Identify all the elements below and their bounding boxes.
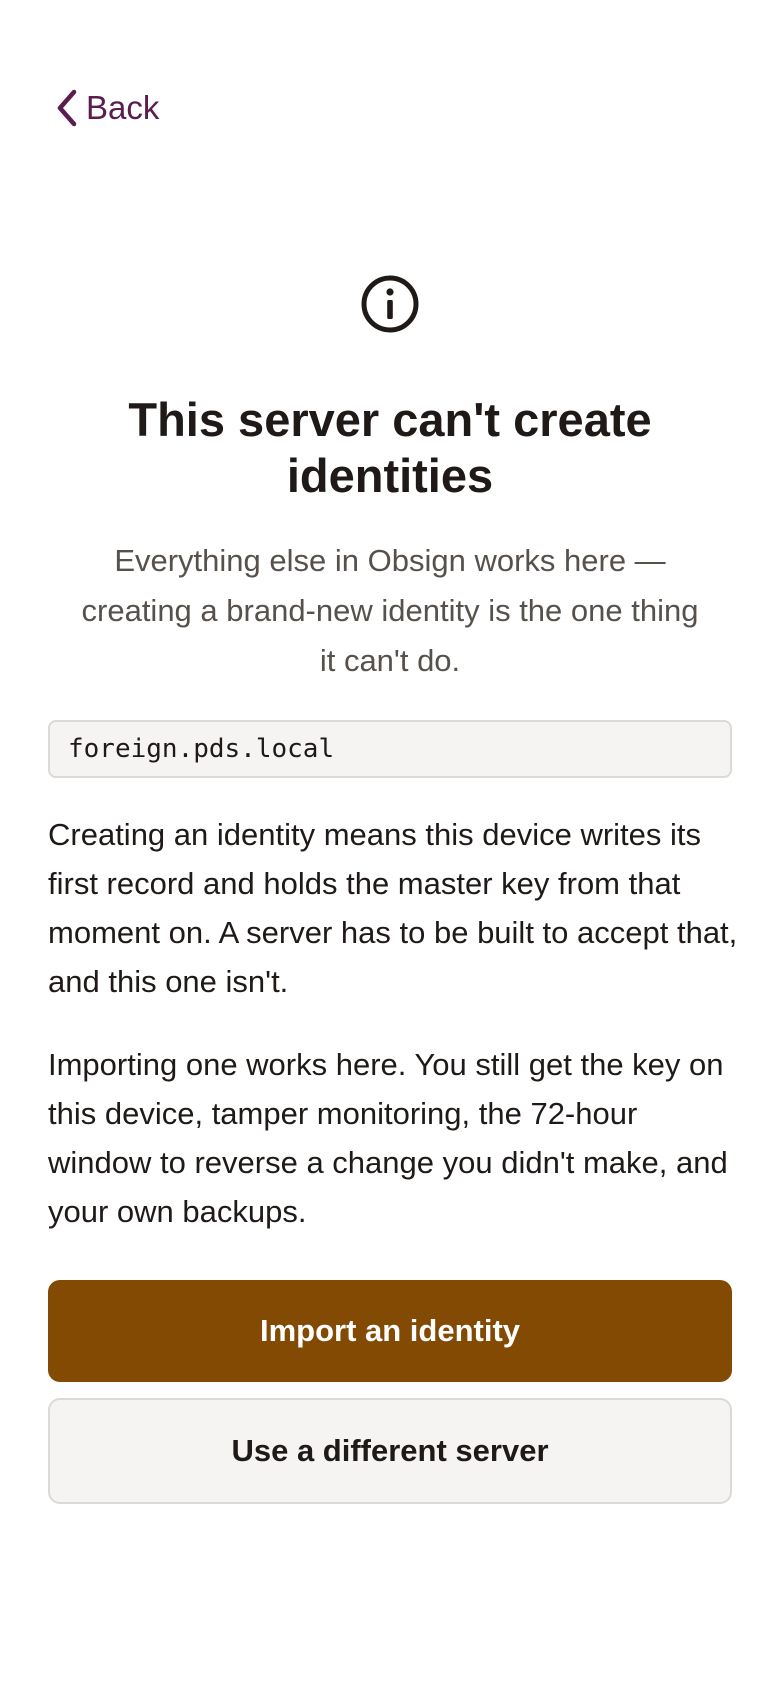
server-unsupported-screen: Back This server can't create identities… xyxy=(0,0,780,1688)
chevron-left-icon xyxy=(56,88,78,128)
back-button[interactable]: Back xyxy=(56,86,159,130)
back-label: Back xyxy=(86,89,160,126)
import-identity-button[interactable]: Import an identity xyxy=(48,1280,732,1382)
use-different-server-button[interactable]: Use a different server xyxy=(48,1398,732,1504)
import-paragraph: Importing one works here. You still get … xyxy=(48,1047,728,1229)
explanation-paragraph: Creating an identity means this device w… xyxy=(48,817,738,999)
info-icon xyxy=(360,274,420,334)
page-subtitle: Everything else in Obsign works here — c… xyxy=(81,543,699,678)
server-host-field: foreign.pds.local xyxy=(48,720,732,778)
page-title: This server can't create identities xyxy=(128,393,652,502)
